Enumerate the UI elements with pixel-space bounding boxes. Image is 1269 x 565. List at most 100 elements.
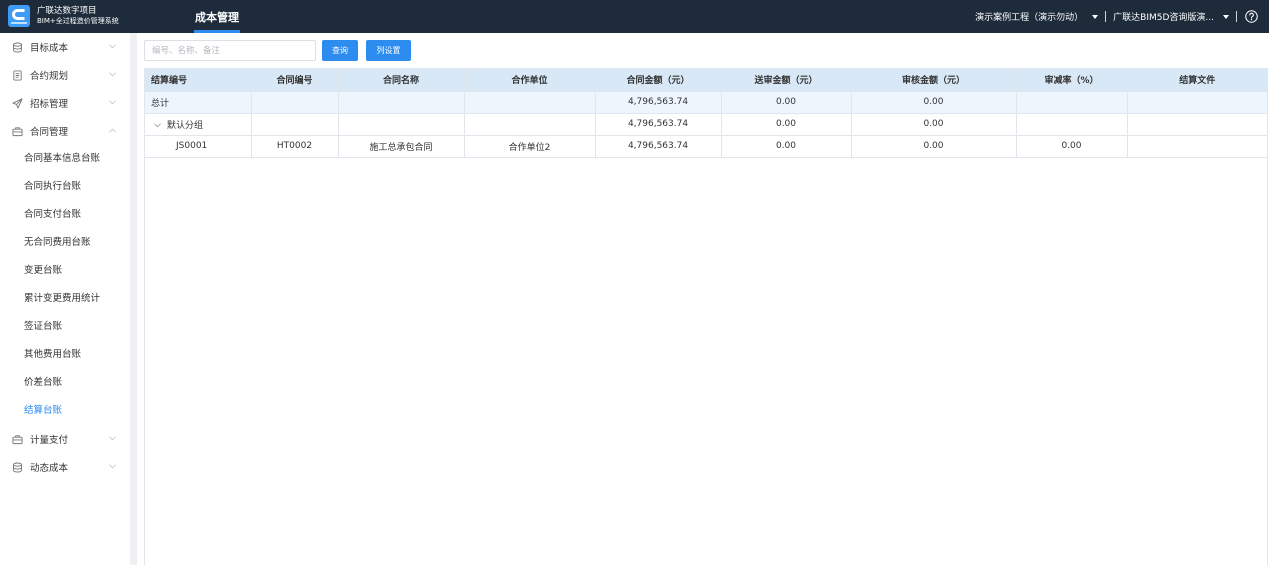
sidebar-subitem-price-difference-ledger[interactable]: 价差台账: [0, 369, 130, 397]
sidebar-item-tender-management[interactable]: 招标管理: [0, 89, 130, 117]
main-content: 查询 列设置 结算编号 合同编号 合同名称 合作单位 合同金额（元） 送审金额（…: [137, 33, 1269, 565]
table-cell: [338, 113, 465, 136]
header-actions: 演示案例工程（演示勿动） 广联达BIM5D咨询版演...: [975, 0, 1258, 33]
sidebar-subitem-settlement-ledger[interactable]: 结算台账: [0, 397, 130, 425]
header-divider: [1105, 11, 1107, 22]
contract-no-cell: HT0002: [251, 135, 339, 158]
help-icon[interactable]: [1245, 10, 1258, 23]
table-cell: [338, 91, 465, 114]
column-header-reduction-rate: 审减率（%）: [1016, 69, 1128, 92]
chevron-down-icon: [109, 436, 116, 441]
sidebar-divider: [130, 33, 137, 565]
sidebar-item-label: 计量支付: [30, 435, 69, 446]
table-group-row[interactable]: 默认分组 4,796,563.74 0.00 0.00: [145, 113, 1267, 136]
document-icon: [12, 69, 23, 81]
chevron-down-icon: [109, 72, 116, 77]
sidebar: 目标成本 合约规划 招标管理 合同管理 合同基本信息台账 合同执行台账 合同支付…: [0, 33, 130, 565]
table-cell: [1127, 113, 1267, 136]
database-icon: [12, 42, 23, 53]
sidebar-subitem-visa-ledger[interactable]: 签证台账: [0, 313, 130, 341]
sidebar-subitem-contract-execution-ledger[interactable]: 合同执行台账: [0, 173, 130, 201]
search-input[interactable]: [144, 40, 316, 61]
group-contract-amount: 4,796,563.74: [595, 113, 722, 136]
table-cell: [464, 113, 596, 136]
top-bar: 广联达数字项目 BIM+全过程造价管理系统 成本管理 演示案例工程（演示勿动） …: [0, 0, 1269, 33]
chevron-down-icon: [109, 100, 116, 105]
briefcase-icon: [12, 434, 23, 445]
sidebar-item-target-cost[interactable]: 目标成本: [0, 33, 130, 61]
glodon-logo-icon[interactable]: [8, 5, 30, 27]
sidebar-item-contract-planning[interactable]: 合约规划: [0, 61, 130, 89]
table-cell: [464, 91, 596, 114]
project-selector[interactable]: 演示案例工程（演示勿动）: [975, 10, 1099, 23]
settlement-file-cell[interactable]: [1127, 135, 1267, 158]
table-cell: [251, 91, 339, 114]
column-header-partner: 合作单位: [464, 69, 596, 92]
sidebar-item-label: 目标成本: [30, 43, 69, 54]
sidebar-item-measurement-payment[interactable]: 计量支付: [0, 425, 130, 453]
contract-amount-cell: 4,796,563.74: [595, 135, 722, 158]
table-header-row: 结算编号 合同编号 合同名称 合作单位 合同金额（元） 送审金额（元） 审核金额…: [145, 69, 1267, 92]
organization-selector-label: 广联达BIM5D咨询版演...: [1113, 13, 1214, 23]
column-header-audited-amount: 审核金额（元）: [851, 69, 1017, 92]
send-icon: [12, 97, 23, 109]
sidebar-item-label: 动态成本: [30, 463, 69, 474]
column-header-settlement-no: 结算编号: [145, 69, 252, 92]
table-cell: [1016, 113, 1128, 136]
reduction-rate-cell: 0.00: [1016, 135, 1128, 158]
column-header-settlement-file: 结算文件: [1127, 69, 1267, 92]
chevron-down-icon: [109, 44, 116, 49]
sidebar-subitem-contract-payment-ledger[interactable]: 合同支付台账: [0, 201, 130, 229]
data-table: 结算编号 合同编号 合同名称 合作单位 合同金额（元） 送审金额（元） 审核金额…: [145, 69, 1267, 158]
chevron-down-icon[interactable]: [154, 122, 161, 128]
sidebar-item-dynamic-cost[interactable]: 动态成本: [0, 453, 130, 481]
table-row[interactable]: JS0001 HT0002 施工总承包合同 合作单位2 4,796,563.74…: [145, 135, 1267, 158]
table-cell: [251, 113, 339, 136]
group-row-label-cell: 默认分组: [145, 113, 252, 136]
column-settings-button[interactable]: 列设置: [366, 40, 411, 61]
total-contract-amount: 4,796,563.74: [595, 91, 722, 114]
database-icon: [12, 462, 23, 473]
caret-down-icon: [1223, 14, 1229, 19]
total-audited-amount: 0.00: [851, 91, 1017, 114]
sidebar-item-label: 合约规划: [30, 71, 69, 82]
table-cell: [1016, 91, 1128, 114]
audited-amount-cell: 0.00: [851, 135, 1017, 158]
column-header-submitted-amount: 送审金额（元）: [721, 69, 852, 92]
settlement-no-cell: JS0001: [145, 135, 252, 158]
sidebar-item-contract-management[interactable]: 合同管理: [0, 117, 130, 145]
sidebar-subitem-contract-basic-info-ledger[interactable]: 合同基本信息台账: [0, 145, 130, 173]
briefcase-icon: [12, 126, 23, 137]
brand: 广联达数字项目 BIM+全过程造价管理系统: [37, 6, 119, 26]
sidebar-subitem-non-contract-expense-ledger[interactable]: 无合同费用台账: [0, 229, 130, 257]
query-button[interactable]: 查询: [322, 40, 358, 61]
table-total-row: 总计 4,796,563.74 0.00 0.00: [145, 91, 1267, 114]
column-header-contract-name: 合同名称: [338, 69, 465, 92]
sidebar-item-label: 合同管理: [30, 127, 69, 138]
settlement-ledger-table: 结算编号 合同编号 合同名称 合作单位 合同金额（元） 送审金额（元） 审核金额…: [144, 68, 1268, 565]
brand-name: 广联达数字项目: [37, 6, 97, 16]
group-row-label: 默认分组: [167, 120, 204, 131]
tab-cost-management[interactable]: 成本管理: [188, 0, 246, 33]
group-audited-amount: 0.00: [851, 113, 1017, 136]
sidebar-item-label: 招标管理: [30, 99, 69, 110]
total-submitted-amount: 0.00: [721, 91, 852, 114]
sidebar-subitem-change-ledger[interactable]: 变更台账: [0, 257, 130, 285]
header-divider: [1236, 11, 1237, 22]
column-header-contract-no: 合同编号: [251, 69, 339, 92]
organization-selector[interactable]: 广联达BIM5D咨询版演...: [1113, 10, 1229, 23]
chevron-down-icon: [109, 464, 116, 469]
sidebar-subitem-other-expense-ledger[interactable]: 其他费用台账: [0, 341, 130, 369]
brand-subtitle: BIM+全过程造价管理系统: [37, 17, 119, 25]
tab-label: 成本管理: [195, 10, 239, 24]
group-submitted-amount: 0.00: [721, 113, 852, 136]
project-selector-label: 演示案例工程（演示勿动）: [975, 13, 1084, 23]
sidebar-subitem-cumulative-change-stats[interactable]: 累计变更费用统计: [0, 285, 130, 313]
caret-down-icon: [1092, 14, 1099, 19]
column-header-contract-amount: 合同金额（元）: [595, 69, 722, 92]
partner-cell: 合作单位2: [464, 135, 596, 158]
chevron-up-icon: [109, 128, 116, 133]
table-cell: [1127, 91, 1267, 114]
contract-name-cell: 施工总承包合同: [338, 135, 465, 158]
total-row-label: 总计: [145, 91, 252, 114]
